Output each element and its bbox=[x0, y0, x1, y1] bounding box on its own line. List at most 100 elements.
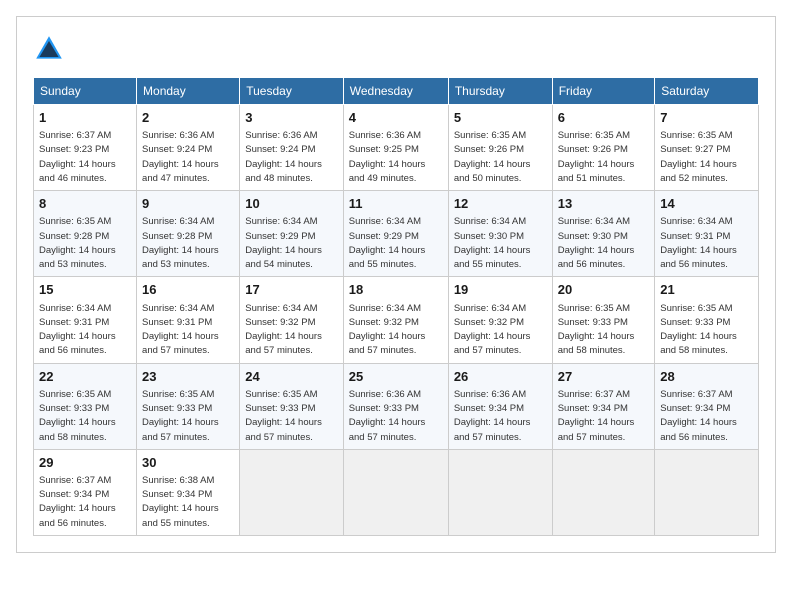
day-info: Sunrise: 6:35 AMSunset: 9:33 PMDaylight:… bbox=[142, 389, 219, 443]
day-info: Sunrise: 6:35 AMSunset: 9:33 PMDaylight:… bbox=[558, 303, 635, 357]
logo bbox=[33, 33, 69, 65]
day-number: 20 bbox=[558, 281, 650, 299]
day-cell: 17 Sunrise: 6:34 AMSunset: 9:32 PMDaylig… bbox=[240, 277, 343, 363]
weekday-sunday: Sunday bbox=[34, 78, 137, 105]
day-cell: 9 Sunrise: 6:34 AMSunset: 9:28 PMDayligh… bbox=[137, 191, 240, 277]
day-cell: 3 Sunrise: 6:36 AMSunset: 9:24 PMDayligh… bbox=[240, 105, 343, 191]
day-cell: 1 Sunrise: 6:37 AMSunset: 9:23 PMDayligh… bbox=[34, 105, 137, 191]
day-info: Sunrise: 6:35 AMSunset: 9:33 PMDaylight:… bbox=[245, 389, 322, 443]
day-info: Sunrise: 6:34 AMSunset: 9:31 PMDaylight:… bbox=[660, 216, 737, 270]
day-cell: 14 Sunrise: 6:34 AMSunset: 9:31 PMDaylig… bbox=[655, 191, 759, 277]
week-row-2: 8 Sunrise: 6:35 AMSunset: 9:28 PMDayligh… bbox=[34, 191, 759, 277]
weekday-saturday: Saturday bbox=[655, 78, 759, 105]
day-number: 13 bbox=[558, 195, 650, 213]
day-cell bbox=[655, 449, 759, 535]
day-cell: 11 Sunrise: 6:34 AMSunset: 9:29 PMDaylig… bbox=[343, 191, 448, 277]
day-number: 19 bbox=[454, 281, 547, 299]
day-info: Sunrise: 6:35 AMSunset: 9:28 PMDaylight:… bbox=[39, 216, 116, 270]
day-number: 25 bbox=[349, 368, 443, 386]
day-cell: 12 Sunrise: 6:34 AMSunset: 9:30 PMDaylig… bbox=[448, 191, 552, 277]
logo-icon bbox=[33, 33, 65, 65]
day-info: Sunrise: 6:34 AMSunset: 9:31 PMDaylight:… bbox=[39, 303, 116, 357]
day-cell: 7 Sunrise: 6:35 AMSunset: 9:27 PMDayligh… bbox=[655, 105, 759, 191]
day-cell: 24 Sunrise: 6:35 AMSunset: 9:33 PMDaylig… bbox=[240, 363, 343, 449]
day-info: Sunrise: 6:36 AMSunset: 9:24 PMDaylight:… bbox=[142, 130, 219, 184]
day-info: Sunrise: 6:36 AMSunset: 9:34 PMDaylight:… bbox=[454, 389, 531, 443]
day-number: 21 bbox=[660, 281, 753, 299]
day-cell: 10 Sunrise: 6:34 AMSunset: 9:29 PMDaylig… bbox=[240, 191, 343, 277]
week-row-4: 22 Sunrise: 6:35 AMSunset: 9:33 PMDaylig… bbox=[34, 363, 759, 449]
day-number: 15 bbox=[39, 281, 131, 299]
week-row-3: 15 Sunrise: 6:34 AMSunset: 9:31 PMDaylig… bbox=[34, 277, 759, 363]
day-number: 26 bbox=[454, 368, 547, 386]
day-info: Sunrise: 6:37 AMSunset: 9:34 PMDaylight:… bbox=[558, 389, 635, 443]
day-cell bbox=[552, 449, 655, 535]
calendar-table: SundayMondayTuesdayWednesdayThursdayFrid… bbox=[33, 77, 759, 536]
day-number: 11 bbox=[349, 195, 443, 213]
day-number: 24 bbox=[245, 368, 337, 386]
day-cell: 26 Sunrise: 6:36 AMSunset: 9:34 PMDaylig… bbox=[448, 363, 552, 449]
day-number: 17 bbox=[245, 281, 337, 299]
day-number: 6 bbox=[558, 109, 650, 127]
day-info: Sunrise: 6:34 AMSunset: 9:32 PMDaylight:… bbox=[245, 303, 322, 357]
day-number: 16 bbox=[142, 281, 234, 299]
day-info: Sunrise: 6:36 AMSunset: 9:24 PMDaylight:… bbox=[245, 130, 322, 184]
day-info: Sunrise: 6:35 AMSunset: 9:26 PMDaylight:… bbox=[454, 130, 531, 184]
day-cell: 21 Sunrise: 6:35 AMSunset: 9:33 PMDaylig… bbox=[655, 277, 759, 363]
day-number: 3 bbox=[245, 109, 337, 127]
day-info: Sunrise: 6:34 AMSunset: 9:29 PMDaylight:… bbox=[349, 216, 426, 270]
day-cell: 5 Sunrise: 6:35 AMSunset: 9:26 PMDayligh… bbox=[448, 105, 552, 191]
day-info: Sunrise: 6:35 AMSunset: 9:33 PMDaylight:… bbox=[660, 303, 737, 357]
day-number: 5 bbox=[454, 109, 547, 127]
day-number: 10 bbox=[245, 195, 337, 213]
day-info: Sunrise: 6:37 AMSunset: 9:23 PMDaylight:… bbox=[39, 130, 116, 184]
day-info: Sunrise: 6:35 AMSunset: 9:27 PMDaylight:… bbox=[660, 130, 737, 184]
day-info: Sunrise: 6:37 AMSunset: 9:34 PMDaylight:… bbox=[39, 475, 116, 529]
weekday-header-row: SundayMondayTuesdayWednesdayThursdayFrid… bbox=[34, 78, 759, 105]
day-cell: 18 Sunrise: 6:34 AMSunset: 9:32 PMDaylig… bbox=[343, 277, 448, 363]
day-cell bbox=[448, 449, 552, 535]
day-info: Sunrise: 6:34 AMSunset: 9:30 PMDaylight:… bbox=[558, 216, 635, 270]
day-info: Sunrise: 6:36 AMSunset: 9:25 PMDaylight:… bbox=[349, 130, 426, 184]
weekday-friday: Friday bbox=[552, 78, 655, 105]
day-cell bbox=[343, 449, 448, 535]
day-number: 23 bbox=[142, 368, 234, 386]
day-cell: 28 Sunrise: 6:37 AMSunset: 9:34 PMDaylig… bbox=[655, 363, 759, 449]
day-cell: 15 Sunrise: 6:34 AMSunset: 9:31 PMDaylig… bbox=[34, 277, 137, 363]
calendar-page: SundayMondayTuesdayWednesdayThursdayFrid… bbox=[16, 16, 776, 553]
weekday-tuesday: Tuesday bbox=[240, 78, 343, 105]
day-number: 14 bbox=[660, 195, 753, 213]
weekday-wednesday: Wednesday bbox=[343, 78, 448, 105]
day-info: Sunrise: 6:34 AMSunset: 9:29 PMDaylight:… bbox=[245, 216, 322, 270]
day-cell: 6 Sunrise: 6:35 AMSunset: 9:26 PMDayligh… bbox=[552, 105, 655, 191]
day-cell: 13 Sunrise: 6:34 AMSunset: 9:30 PMDaylig… bbox=[552, 191, 655, 277]
day-number: 30 bbox=[142, 454, 234, 472]
day-number: 9 bbox=[142, 195, 234, 213]
day-cell: 30 Sunrise: 6:38 AMSunset: 9:34 PMDaylig… bbox=[137, 449, 240, 535]
day-number: 12 bbox=[454, 195, 547, 213]
week-row-5: 29 Sunrise: 6:37 AMSunset: 9:34 PMDaylig… bbox=[34, 449, 759, 535]
day-number: 29 bbox=[39, 454, 131, 472]
day-cell: 8 Sunrise: 6:35 AMSunset: 9:28 PMDayligh… bbox=[34, 191, 137, 277]
day-number: 1 bbox=[39, 109, 131, 127]
day-cell: 2 Sunrise: 6:36 AMSunset: 9:24 PMDayligh… bbox=[137, 105, 240, 191]
day-cell: 27 Sunrise: 6:37 AMSunset: 9:34 PMDaylig… bbox=[552, 363, 655, 449]
day-number: 28 bbox=[660, 368, 753, 386]
day-info: Sunrise: 6:35 AMSunset: 9:33 PMDaylight:… bbox=[39, 389, 116, 443]
week-row-1: 1 Sunrise: 6:37 AMSunset: 9:23 PMDayligh… bbox=[34, 105, 759, 191]
day-info: Sunrise: 6:34 AMSunset: 9:31 PMDaylight:… bbox=[142, 303, 219, 357]
day-info: Sunrise: 6:34 AMSunset: 9:32 PMDaylight:… bbox=[349, 303, 426, 357]
day-cell: 22 Sunrise: 6:35 AMSunset: 9:33 PMDaylig… bbox=[34, 363, 137, 449]
weekday-monday: Monday bbox=[137, 78, 240, 105]
day-info: Sunrise: 6:36 AMSunset: 9:33 PMDaylight:… bbox=[349, 389, 426, 443]
day-number: 27 bbox=[558, 368, 650, 386]
day-cell: 16 Sunrise: 6:34 AMSunset: 9:31 PMDaylig… bbox=[137, 277, 240, 363]
day-number: 22 bbox=[39, 368, 131, 386]
page-header bbox=[33, 33, 759, 65]
day-cell: 25 Sunrise: 6:36 AMSunset: 9:33 PMDaylig… bbox=[343, 363, 448, 449]
day-info: Sunrise: 6:35 AMSunset: 9:26 PMDaylight:… bbox=[558, 130, 635, 184]
day-info: Sunrise: 6:37 AMSunset: 9:34 PMDaylight:… bbox=[660, 389, 737, 443]
day-info: Sunrise: 6:34 AMSunset: 9:30 PMDaylight:… bbox=[454, 216, 531, 270]
day-number: 8 bbox=[39, 195, 131, 213]
day-number: 7 bbox=[660, 109, 753, 127]
